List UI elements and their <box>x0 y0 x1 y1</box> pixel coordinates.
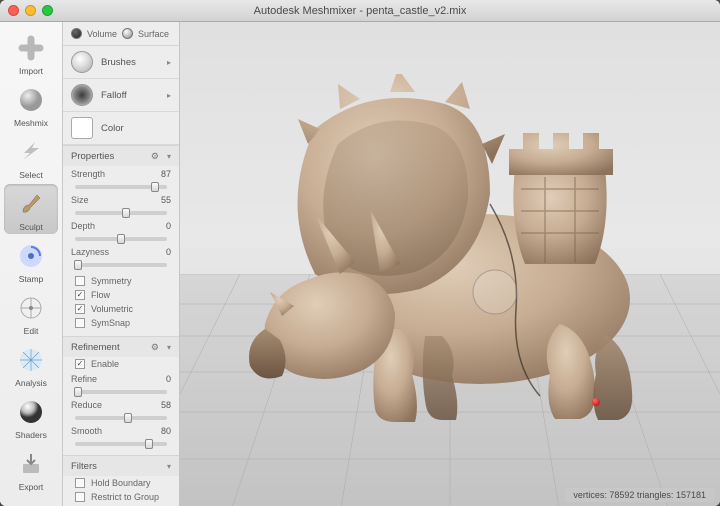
left-toolbar: Import Meshmix Select Sculpt <box>0 22 63 506</box>
stamp-tool[interactable]: Stamp <box>4 236 58 286</box>
lazyness-row: Lazyness 0 <box>63 244 179 260</box>
chevron-right-icon: ▸ <box>167 58 171 67</box>
strength-slider[interactable] <box>75 185 167 189</box>
viewport-3d[interactable]: vertices: 78592 triangles: 157181 <box>180 22 720 506</box>
properties-header[interactable]: Properties ⚙▾ <box>63 145 179 166</box>
shaders-tool[interactable]: Shaders <box>4 392 58 442</box>
brush-icon <box>14 187 48 221</box>
plus-icon <box>14 31 48 65</box>
analysis-icon <box>14 343 48 377</box>
triceratops-model <box>220 74 680 454</box>
enable-checkbox[interactable]: Enable <box>63 357 179 371</box>
arrow-icon <box>14 135 48 169</box>
restrict-group-checkbox[interactable]: Restrict to Group <box>63 490 179 504</box>
sphere-icon <box>14 83 48 117</box>
window-title: Autodesk Meshmixer - penta_castle_v2.mix <box>0 5 720 17</box>
refine-row: Refine 0 <box>63 371 179 387</box>
depth-row: Depth 0 <box>63 218 179 234</box>
falloff-picker[interactable]: Falloff ▸ <box>63 79 179 112</box>
gear-icon: ⚙ <box>151 342 159 352</box>
mesh-stats: vertices: 78592 triangles: 157181 <box>565 488 714 502</box>
model <box>180 22 720 506</box>
export-icon <box>14 447 48 481</box>
chevron-right-icon: ▸ <box>167 91 171 100</box>
select-tool[interactable]: Select <box>4 132 58 182</box>
chevron-down-icon: ▾ <box>167 152 171 161</box>
export-tool[interactable]: Export <box>4 444 58 494</box>
edit-tool[interactable]: Edit <box>4 288 58 338</box>
filters-header[interactable]: Filters ▾ <box>63 455 179 476</box>
minimize-window-button[interactable] <box>25 5 36 16</box>
volumetric-checkbox[interactable]: Volumetric <box>63 302 179 316</box>
shader-sphere-icon <box>14 395 48 429</box>
smooth-slider[interactable] <box>75 442 167 446</box>
reduce-slider[interactable] <box>75 416 167 420</box>
sculpt-tool[interactable]: Sculpt <box>4 184 58 234</box>
chevron-down-icon: ▾ <box>167 343 171 352</box>
stamp-icon <box>14 239 48 273</box>
edit-icon <box>14 291 48 325</box>
color-picker[interactable]: Color <box>63 112 179 145</box>
zoom-window-button[interactable] <box>42 5 53 16</box>
refinement-header[interactable]: Refinement ⚙▾ <box>63 336 179 357</box>
sculpt-mode-row: Volume Surface <box>63 22 179 46</box>
close-window-button[interactable] <box>8 5 19 16</box>
titlebar: Autodesk Meshmixer - penta_castle_v2.mix <box>0 0 720 22</box>
depth-slider[interactable] <box>75 237 167 241</box>
hold-boundary-checkbox[interactable]: Hold Boundary <box>63 476 179 490</box>
symmetry-checkbox[interactable]: Symmetry <box>63 274 179 288</box>
brush-preview-icon <box>71 51 93 73</box>
strength-row: Strength 87 <box>63 166 179 182</box>
analysis-tool[interactable]: Analysis <box>4 340 58 390</box>
gizmo-marker <box>592 398 600 406</box>
symsnap-checkbox[interactable]: SymSnap <box>63 316 179 330</box>
gear-icon: ⚙ <box>151 151 159 161</box>
lazyness-slider[interactable] <box>75 263 167 267</box>
chevron-down-icon: ▾ <box>167 462 171 471</box>
smooth-row: Smooth 80 <box>63 423 179 439</box>
printer-icon <box>14 499 48 506</box>
refine-slider[interactable] <box>75 390 167 394</box>
import-tool[interactable]: Import <box>4 28 58 78</box>
volume-mode-toggle[interactable] <box>71 28 82 39</box>
reduce-row: Reduce 58 <box>63 397 179 413</box>
meshmix-tool[interactable]: Meshmix <box>4 80 58 130</box>
brushes-picker[interactable]: Brushes ▸ <box>63 46 179 79</box>
properties-panel: Volume Surface Brushes ▸ Falloff ▸ Color… <box>63 22 180 506</box>
print-tool[interactable]: Print <box>4 496 58 506</box>
traffic-lights <box>8 5 53 16</box>
falloff-preview-icon <box>71 84 93 106</box>
size-row: Size 55 <box>63 192 179 208</box>
size-slider[interactable] <box>75 211 167 215</box>
color-swatch-icon <box>71 117 93 139</box>
app-window: Autodesk Meshmixer - penta_castle_v2.mix… <box>0 0 720 506</box>
app-body: Import Meshmix Select Sculpt <box>0 22 720 506</box>
flow-checkbox[interactable]: Flow <box>63 288 179 302</box>
surface-mode-toggle[interactable] <box>122 28 133 39</box>
